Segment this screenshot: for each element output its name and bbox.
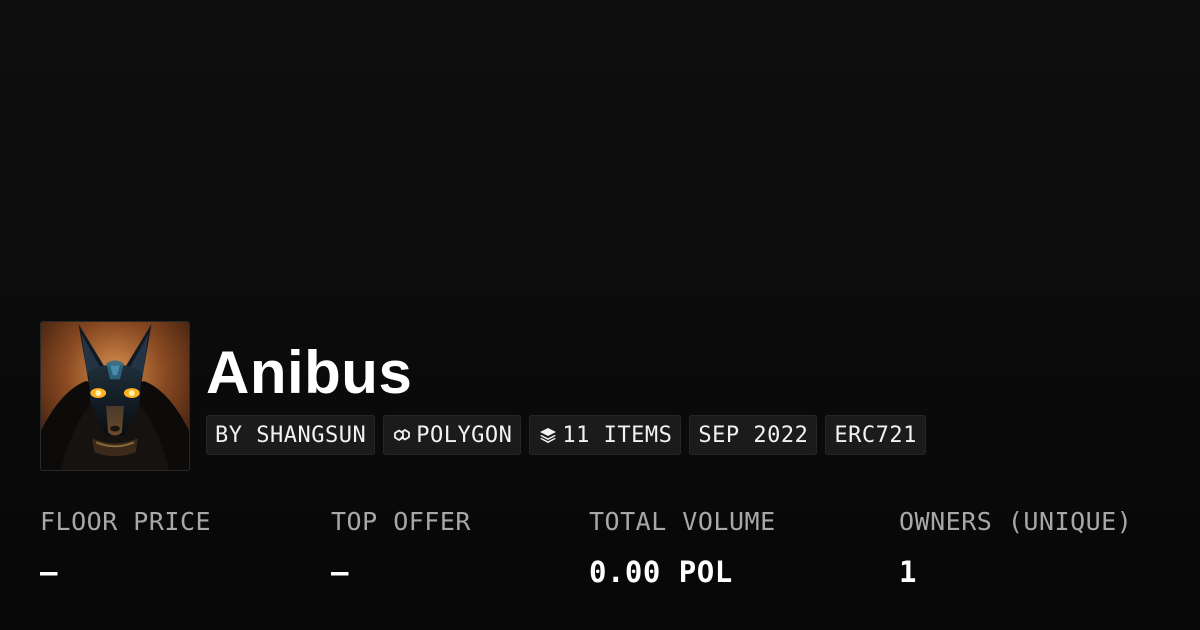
total-volume-label: TOTAL VOLUME <box>589 507 776 536</box>
standard-pill: ERC721 <box>825 415 926 455</box>
total-volume-stat: TOTAL VOLUME 0.00 POL <box>589 505 776 589</box>
total-volume-value: 0.00 POL <box>589 555 733 589</box>
items-pill[interactable]: 11 ITEMS <box>529 415 682 455</box>
owners-value: 1 <box>899 555 917 589</box>
creator-label: BY SHANGSUN <box>215 422 367 448</box>
date-label: SEP 2022 <box>698 422 809 448</box>
collection-title: Anibus <box>206 339 413 406</box>
collection-avatar <box>40 321 190 471</box>
top-offer-label: TOP OFFER <box>331 507 471 536</box>
floor-price-label: FLOOR PRICE <box>40 507 212 536</box>
items-label: 11 ITEMS <box>562 422 673 448</box>
chain-pill[interactable]: POLYGON <box>383 415 522 455</box>
creator-pill[interactable]: BY SHANGSUN <box>206 415 376 455</box>
owners-stat: OWNERS (UNIQUE) 1 <box>899 505 1132 589</box>
date-pill: SEP 2022 <box>689 415 818 455</box>
layers-icon <box>538 425 558 445</box>
polygon-chain-icon <box>392 425 412 445</box>
collection-meta-pills: BY SHANGSUN POLYGON 11 ITEMS SEP 2022 ER… <box>206 415 926 455</box>
top-offer-stat: TOP OFFER – <box>331 505 471 589</box>
anubis-portrait-image <box>41 322 189 470</box>
standard-label: ERC721 <box>834 422 917 448</box>
floor-price-stat: FLOOR PRICE – <box>40 505 211 589</box>
floor-price-value: – <box>40 555 58 589</box>
top-offer-value: – <box>331 555 349 589</box>
chain-label: POLYGON <box>416 422 513 448</box>
owners-label: OWNERS (UNIQUE) <box>899 507 1133 536</box>
